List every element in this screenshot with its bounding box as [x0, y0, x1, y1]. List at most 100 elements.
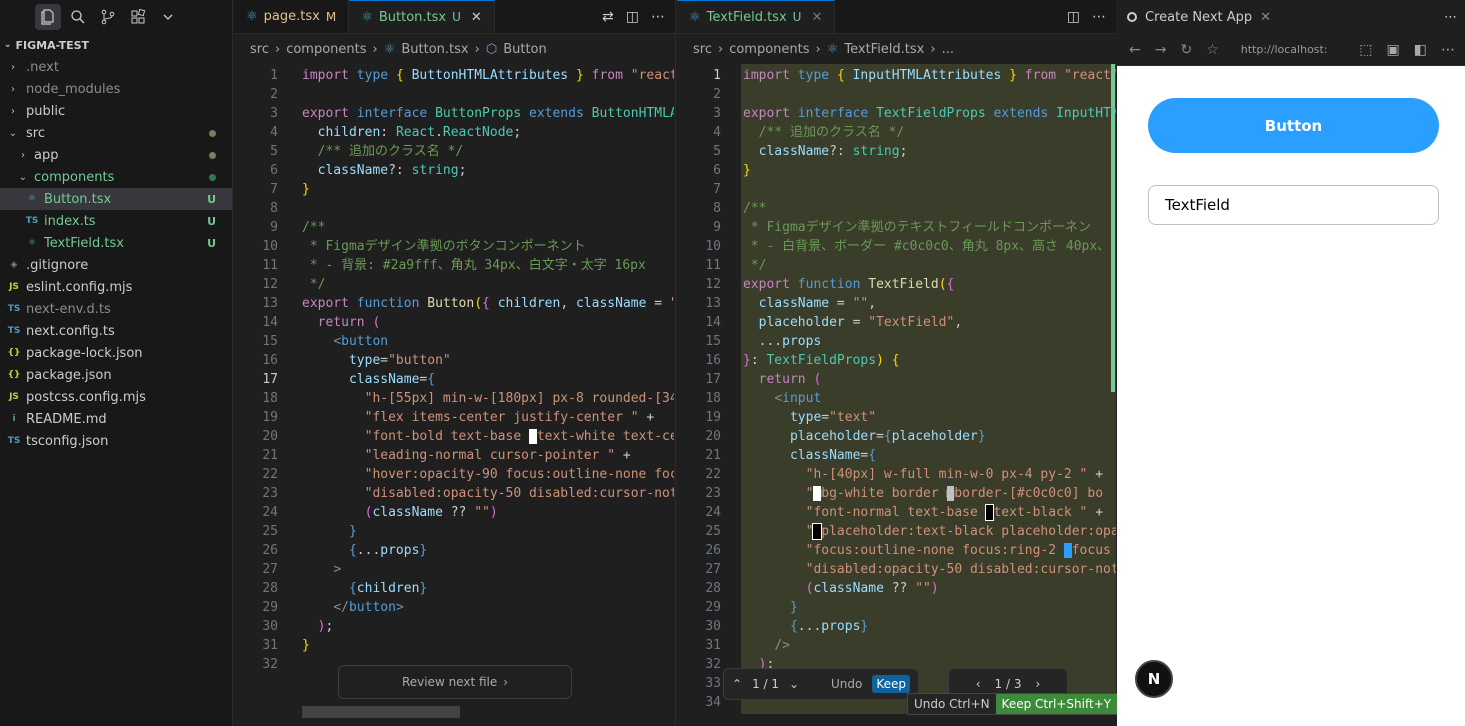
react-icon: ⚛ [826, 41, 839, 57]
source-control-icon[interactable] [95, 4, 121, 30]
code-editor-left[interactable]: 1 2 3 4 5 6 7 8 9 10 11 12 13 14 15 16 17 18 19 20 21 22 23 24 2… [234, 64, 674, 706]
close-icon[interactable]: ✕ [471, 10, 482, 25]
preview-button[interactable]: Button [1148, 98, 1439, 153]
breadcrumb-item[interactable]: src [693, 42, 712, 57]
tree-item-textfield-tsx[interactable]: ⚛ TextField.tsx U [0, 232, 232, 254]
preview-textfield[interactable]: TextField [1148, 185, 1439, 225]
tree-item-app[interactable]: › app [0, 144, 232, 166]
tree-item-index-ts[interactable]: TS index.ts U [0, 210, 232, 232]
reload-icon[interactable]: ↻ [1180, 42, 1192, 58]
search-icon[interactable] [65, 4, 91, 30]
info-icon: i [12, 414, 16, 424]
code-content: import type { ButtonHTMLAttributes } fro… [302, 68, 674, 653]
react-icon: ⚛ [383, 41, 396, 57]
back-arrow-icon[interactable]: ← [1129, 42, 1141, 58]
chevron-down-icon: ⌄ [18, 171, 28, 183]
line-numbers: 1 2 3 4 5 6 7 8 9 10 11 12 13 14 15 16 17 18 19 20 21 22 23 24 2… [262, 68, 278, 672]
javascript-icon: JS [9, 282, 19, 292]
react-icon: ⚛ [246, 9, 258, 24]
star-icon[interactable]: ☆ [1206, 42, 1219, 58]
untracked-badge: U [207, 214, 216, 228]
nextjs-dev-badge[interactable]: N [1135, 660, 1173, 698]
tree-item-label: TextField.tsx [44, 235, 124, 251]
forward-arrow-icon[interactable]: → [1155, 42, 1167, 58]
untracked-badge: U [207, 236, 216, 250]
tab-button-tsx[interactable]: ⚛ Button.tsx U ✕ [349, 0, 495, 33]
breadcrumb-item[interactable]: components [286, 42, 366, 57]
tree-item-public[interactable]: › public [0, 100, 232, 122]
chevron-left-icon[interactable]: ‹ [976, 677, 981, 691]
typescript-icon: TS [7, 436, 21, 446]
extensions-icon[interactable] [125, 4, 151, 30]
tree-item-button-tsx[interactable]: ⚛ Button.tsx U [0, 188, 232, 210]
tree-item-next-env[interactable]: TS next-env.d.ts [0, 298, 232, 320]
more-actions-icon[interactable]: ⋯ [1441, 42, 1455, 58]
chevron-right-icon: › [11, 105, 15, 117]
chevron-right-icon: › [11, 61, 15, 73]
typescript-icon: TS [25, 216, 39, 226]
more-actions-icon[interactable]: ⋯ [1444, 10, 1457, 25]
open-changes-icon[interactable]: ⇄ [602, 9, 614, 25]
typescript-icon: TS [7, 304, 21, 314]
tree-item-next-config[interactable]: TS next.config.ts [0, 320, 232, 342]
code-editor-right[interactable]: 1 2 3 4 5 6 7 8 9 10 11 12 13 14 15 16 17 18 19 20 21 22 23 24 2… [677, 64, 1116, 714]
tree-item-eslint-config[interactable]: JS eslint.config.mjs [0, 276, 232, 298]
tree-item-readme[interactable]: i README.md [0, 408, 232, 430]
tree-item-components[interactable]: ⌄ components [0, 166, 232, 188]
breadcrumb-item[interactable]: ... [942, 42, 954, 57]
more-actions-icon[interactable]: ⋯ [1092, 9, 1106, 25]
tree-item-label: eslint.config.mjs [26, 279, 133, 295]
close-icon[interactable]: ✕ [811, 10, 822, 25]
console-icon[interactable]: ▣ [1387, 42, 1400, 58]
review-next-file-button[interactable]: Review next file › [338, 665, 572, 699]
inspect-icon[interactable]: ⬚ [1359, 42, 1372, 58]
left-editor-group: ⚛ page.tsx M ⚛ Button.tsx U ✕ ⇄ ◫ ⋯ src ›… [234, 0, 676, 726]
chevron-up-icon[interactable]: ⌃ [732, 677, 742, 691]
file-count: 1 / 3 [994, 677, 1022, 691]
tab-page-tsx[interactable]: ⚛ page.tsx M [234, 0, 350, 33]
breadcrumb-item[interactable]: TextField.tsx [844, 42, 924, 57]
untracked-mark: U [452, 10, 461, 24]
breadcrumb-item[interactable]: Button [503, 42, 547, 57]
breadcrumb-item[interactable]: src [250, 42, 269, 57]
tree-item-label: package-lock.json [26, 345, 143, 361]
tree-item-gitignore[interactable]: ◈ .gitignore [0, 254, 232, 276]
review-label: Review next file [401, 675, 498, 689]
chevron-down-icon[interactable] [155, 4, 181, 30]
more-actions-icon[interactable]: ⋯ [651, 9, 665, 25]
project-title[interactable]: ⌄ FIGMA-TEST [0, 34, 232, 56]
tree-item-label: .next [26, 59, 59, 75]
untracked-dot [209, 173, 216, 181]
chevron-right-icon[interactable]: › [1035, 677, 1040, 691]
keyboard-shortcut-tooltip: Undo Ctrl+N Keep Ctrl+Shift+Y [907, 693, 1119, 715]
tree-item-package-lock[interactable]: {} package-lock.json [0, 342, 232, 364]
split-editor-icon[interactable]: ◫ [1067, 9, 1080, 25]
explorer-icon[interactable] [35, 4, 61, 30]
right-tab-bar: ⚛ TextField.tsx U ✕ ◫ ⋯ [677, 0, 1116, 34]
tree-item-package-json[interactable]: {} package.json [0, 364, 232, 386]
sidebar-icon[interactable]: ◧ [1414, 42, 1427, 58]
tree-item-label: next-env.d.ts [26, 301, 111, 317]
browser-tab[interactable]: Create Next App ✕ ⋯ [1117, 0, 1465, 34]
tree-item-node-modules[interactable]: › node_modules [0, 78, 232, 100]
tree-item-src[interactable]: ⌄ src [0, 122, 232, 144]
tree-item-label: app [34, 147, 59, 163]
gitignore-icon: ◈ [10, 260, 18, 270]
tree-item-tsconfig[interactable]: TS tsconfig.json [0, 430, 232, 452]
breadcrumb-item[interactable]: Button.tsx [401, 42, 468, 57]
modified-dot [209, 129, 216, 137]
horizontal-scrollbar[interactable] [302, 706, 460, 718]
url-field[interactable]: http://localhost: [1241, 43, 1328, 56]
tree-item-postcss-config[interactable]: JS postcss.config.mjs [0, 386, 232, 408]
tree-item-next[interactable]: › .next [0, 56, 232, 78]
chevron-right-icon: › [11, 83, 15, 95]
split-editor-icon[interactable]: ◫ [626, 9, 639, 25]
keep-button[interactable]: Keep [872, 675, 910, 693]
tab-textfield-tsx[interactable]: ⚛ TextField.tsx U ✕ [677, 0, 836, 33]
breadcrumb-item[interactable]: components [729, 42, 809, 57]
close-icon[interactable]: ✕ [1260, 10, 1271, 25]
tab-label: TextField.tsx [706, 9, 787, 25]
explorer-sidebar: ⌄ FIGMA-TEST › .next › node_modules › publi… [0, 0, 233, 726]
chevron-down-icon[interactable]: ⌄ [789, 677, 799, 691]
undo-button[interactable]: Undo [831, 677, 862, 691]
